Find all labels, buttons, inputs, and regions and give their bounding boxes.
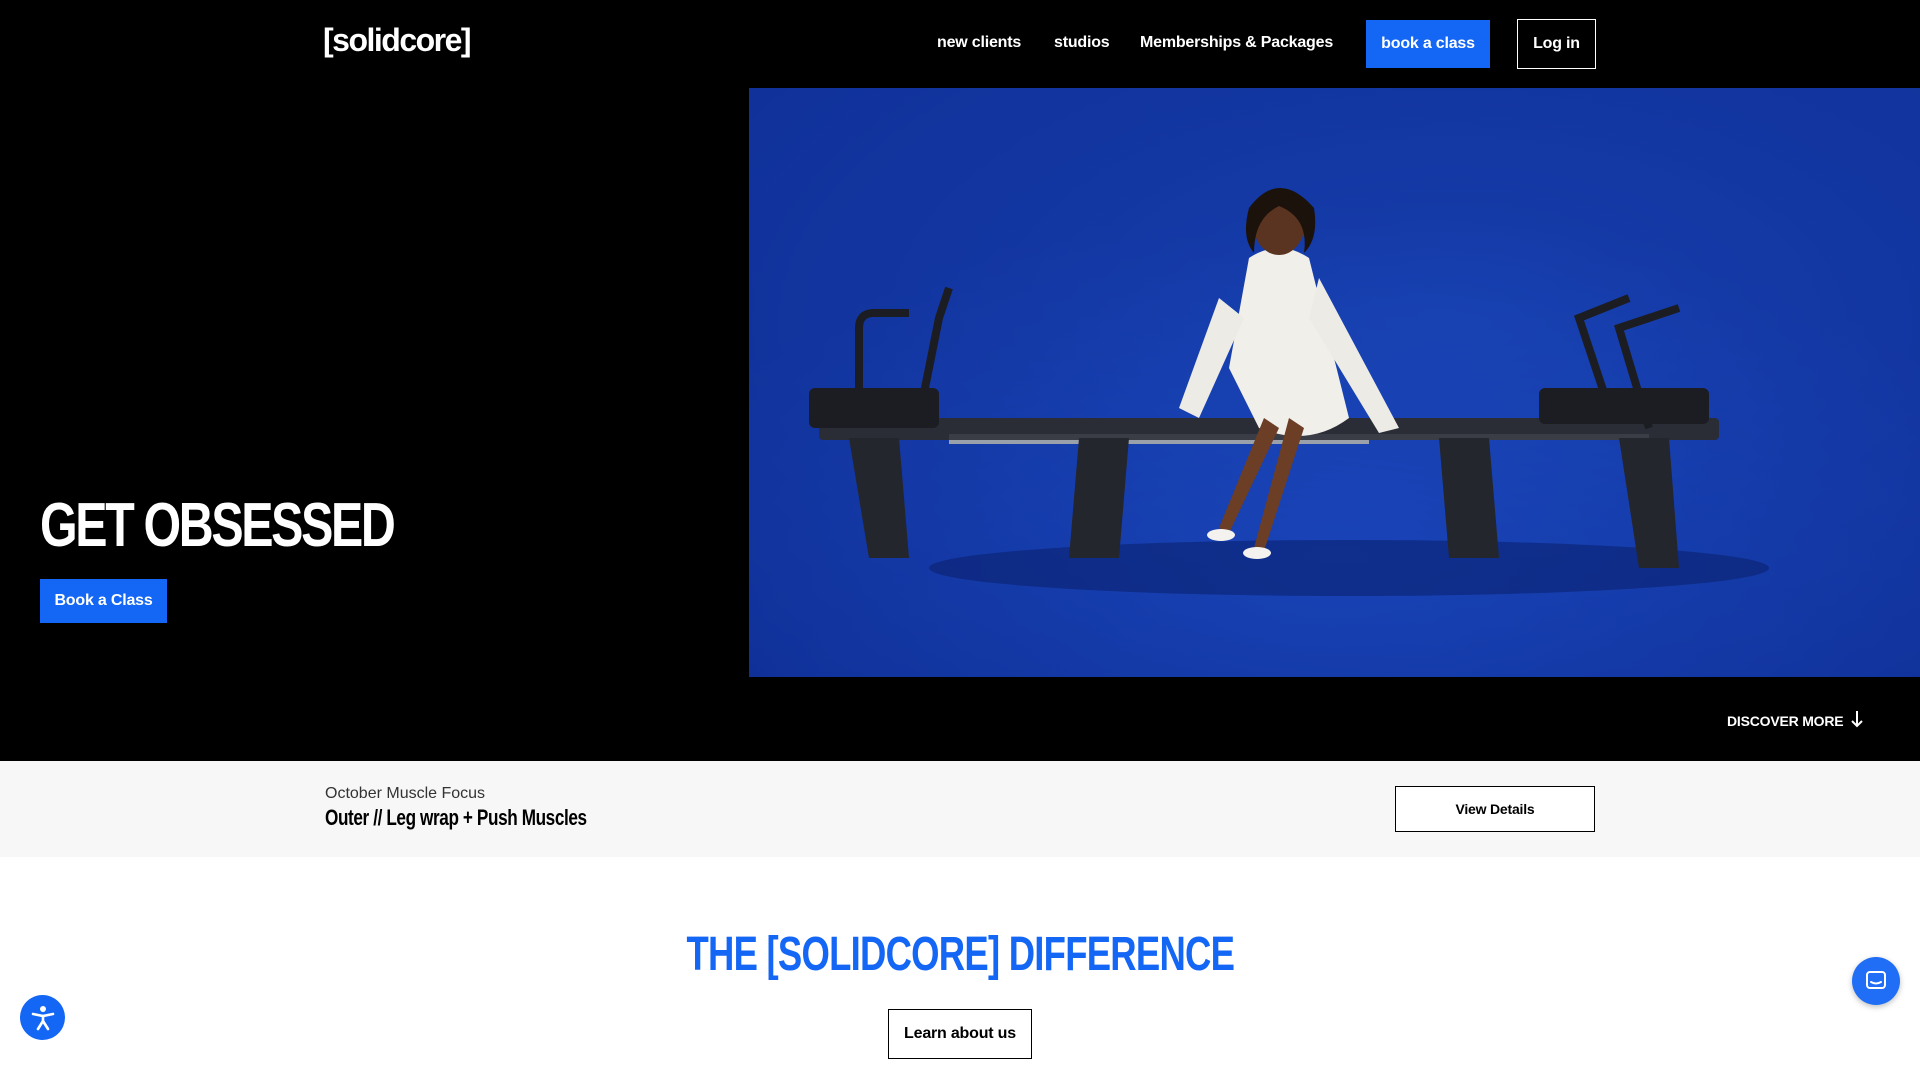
login-button[interactable]: Log in bbox=[1517, 19, 1596, 69]
chat-button[interactable] bbox=[1852, 957, 1900, 1005]
view-details-button[interactable]: View Details bbox=[1395, 786, 1595, 832]
nav-new-clients[interactable]: new clients bbox=[937, 34, 1021, 52]
accessibility-icon bbox=[31, 1005, 54, 1030]
muscle-focus-label: October Muscle Focus bbox=[325, 785, 486, 802]
accessibility-button[interactable] bbox=[20, 995, 65, 1040]
reformer-machine-photo bbox=[749, 88, 1920, 677]
site-header: [solidcore] new clients studios Membersh… bbox=[0, 0, 1920, 88]
difference-title-text: THE [SOLIDCORE] DIFFERENCE bbox=[686, 928, 1234, 981]
difference-title: THE [SOLIDCORE] DIFFERENCE bbox=[0, 927, 1920, 982]
muscle-focus-banner: October Muscle Focus Outer // Leg wrap +… bbox=[0, 761, 1920, 857]
hero-section: GET OBSESSED Book a Class DISCOVER MORE bbox=[0, 88, 1920, 761]
chat-icon bbox=[1866, 971, 1886, 989]
hero-photo bbox=[749, 88, 1920, 677]
book-a-class-button[interactable]: book a class bbox=[1366, 20, 1490, 68]
nav-memberships[interactable]: Memberships & Packages bbox=[1140, 34, 1333, 52]
hero-title: GET OBSESSED bbox=[40, 491, 396, 560]
nav-studios[interactable]: studios bbox=[1054, 34, 1110, 52]
difference-section: THE [SOLIDCORE] DIFFERENCE Learn about u… bbox=[0, 857, 1920, 1080]
muscle-focus-title: Outer // Leg wrap + Push Muscles bbox=[325, 805, 587, 830]
discover-more-label: DISCOVER MORE bbox=[1727, 712, 1844, 729]
site-logo[interactable]: [solidcore] bbox=[323, 22, 472, 59]
discover-more-link[interactable]: DISCOVER MORE bbox=[1727, 710, 1864, 731]
hero-book-class-button[interactable]: Book a Class bbox=[40, 579, 167, 623]
learn-about-us-button[interactable]: Learn about us bbox=[888, 1009, 1032, 1059]
arrow-down-icon bbox=[1851, 710, 1864, 731]
